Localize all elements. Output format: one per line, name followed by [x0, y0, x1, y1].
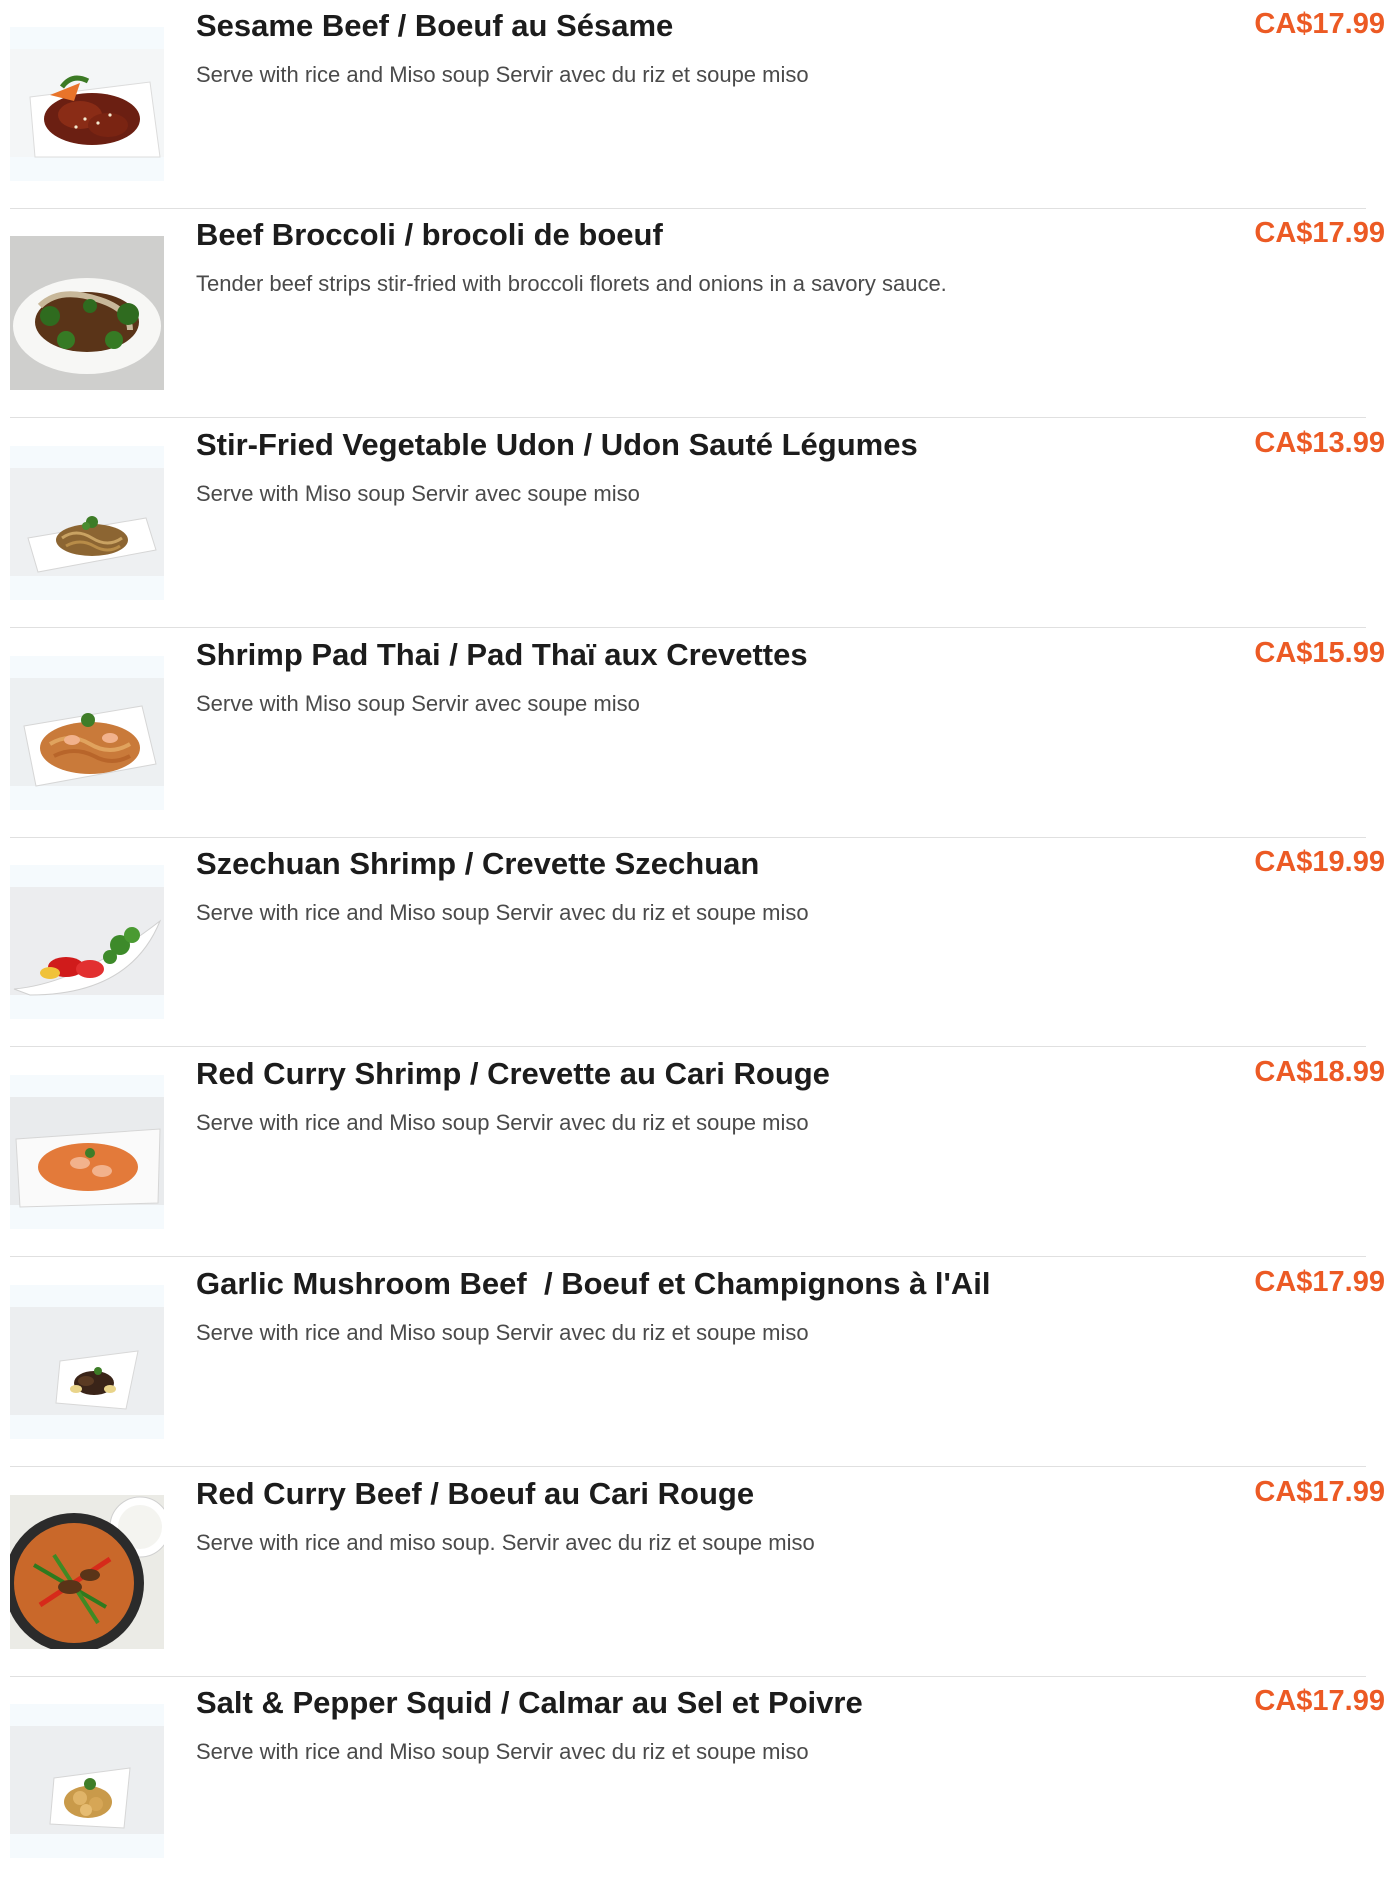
salt-pepper-squid-photo[interactable] [10, 1704, 164, 1858]
item-price: CA$17.99 [1254, 1685, 1385, 1717]
divider [10, 627, 1366, 628]
menu-item[interactable]: Garlic Mushroom Beef / Boeuf et Champign… [0, 1258, 1396, 1467]
item-price: CA$17.99 [1254, 217, 1385, 249]
menu-item[interactable]: Beef Broccoli / brocoli de boeuf Tender … [0, 209, 1396, 418]
item-description: Serve with rice and Miso soup Servir ave… [196, 1739, 809, 1764]
item-name[interactable]: Stir-Fried Vegetable Udon / Udon Sauté L… [196, 427, 918, 463]
item-price: CA$18.99 [1254, 1056, 1385, 1088]
menu-item[interactable]: Stir-Fried Vegetable Udon / Udon Sauté L… [0, 419, 1396, 628]
item-description: Tender beef strips stir-fried with brocc… [196, 271, 947, 296]
item-price: CA$13.99 [1254, 427, 1385, 459]
red-curry-beef-photo[interactable] [10, 1495, 164, 1649]
item-name[interactable]: Salt & Pepper Squid / Calmar au Sel et P… [196, 1685, 863, 1721]
shrimp-pad-thai-photo[interactable] [10, 656, 164, 810]
divider [10, 1466, 1366, 1467]
menu-item[interactable]: Szechuan Shrimp / Crevette Szechuan Serv… [0, 838, 1396, 1047]
menu-list: Sesame Beef / Boeuf au Sésame Serve with… [0, 0, 1396, 1885]
szechuan-shrimp-photo[interactable] [10, 865, 164, 1019]
item-price: CA$15.99 [1254, 637, 1385, 669]
menu-item[interactable]: Shrimp Pad Thai / Pad Thaï aux Crevettes… [0, 629, 1396, 838]
menu-item[interactable]: Salt & Pepper Squid / Calmar au Sel et P… [0, 1677, 1396, 1886]
beef-broccoli-photo[interactable] [10, 236, 164, 390]
item-name[interactable]: Garlic Mushroom Beef / Boeuf et Champign… [196, 1266, 991, 1302]
item-price: CA$17.99 [1254, 8, 1385, 40]
menu-item[interactable]: Sesame Beef / Boeuf au Sésame Serve with… [0, 0, 1396, 209]
vegetable-udon-photo[interactable] [10, 446, 164, 600]
item-name[interactable]: Red Curry Beef / Boeuf au Cari Rouge [196, 1476, 754, 1512]
item-name[interactable]: Red Curry Shrimp / Crevette au Cari Roug… [196, 1056, 830, 1092]
item-description: Serve with rice and Miso soup Servir ave… [196, 1320, 809, 1345]
item-price: CA$19.99 [1254, 846, 1385, 878]
item-price: CA$17.99 [1254, 1266, 1385, 1298]
item-name[interactable]: Beef Broccoli / brocoli de boeuf [196, 217, 663, 253]
item-name[interactable]: Szechuan Shrimp / Crevette Szechuan [196, 846, 759, 882]
item-name[interactable]: Sesame Beef / Boeuf au Sésame [196, 8, 673, 44]
divider [10, 417, 1366, 418]
item-description: Serve with Miso soup Servir avec soupe m… [196, 481, 640, 506]
garlic-mushroom-beef-photo[interactable] [10, 1285, 164, 1439]
sesame-beef-photo[interactable] [10, 27, 164, 181]
item-name[interactable]: Shrimp Pad Thai / Pad Thaï aux Crevettes [196, 637, 808, 673]
item-description: Serve with rice and Miso soup Servir ave… [196, 900, 809, 925]
item-description: Serve with rice and Miso soup Servir ave… [196, 62, 809, 87]
menu-item[interactable]: Red Curry Shrimp / Crevette au Cari Roug… [0, 1048, 1396, 1257]
divider [10, 1046, 1366, 1047]
item-price: CA$17.99 [1254, 1476, 1385, 1508]
red-curry-shrimp-photo[interactable] [10, 1075, 164, 1229]
item-description: Serve with Miso soup Servir avec soupe m… [196, 691, 640, 716]
divider [10, 1256, 1366, 1257]
menu-item[interactable]: Red Curry Beef / Boeuf au Cari Rouge Ser… [0, 1468, 1396, 1677]
item-description: Serve with rice and Miso soup Servir ave… [196, 1110, 809, 1135]
item-description: Serve with rice and miso soup. Servir av… [196, 1530, 815, 1555]
